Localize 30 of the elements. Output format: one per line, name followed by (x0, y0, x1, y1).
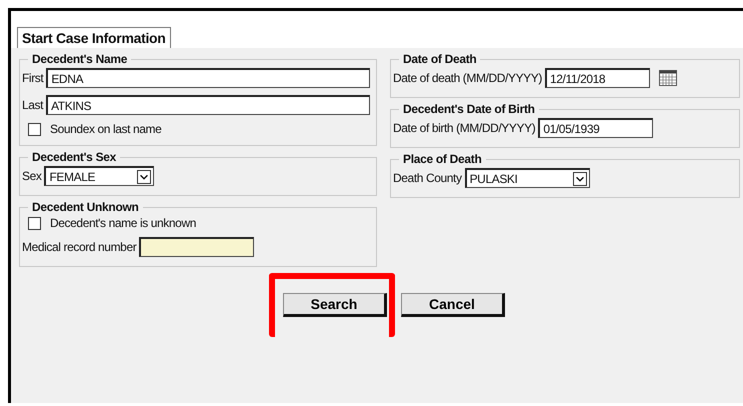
date-field[interactable]: 12/11/2018 (545, 68, 650, 88)
checkbox-label: Soundex on last name (50, 122, 162, 136)
text-field[interactable] (139, 237, 254, 257)
field-label: First (22, 71, 44, 85)
caret-icon (572, 172, 587, 186)
group-title: Place of Death (402, 152, 482, 166)
group-title: Decedent's Sex (31, 150, 118, 164)
field-label: Date of birth (MM/DD/YYYY) (393, 121, 536, 135)
tab[interactable]: Start Case Information (17, 27, 171, 48)
text-field[interactable]: EDNA (46, 68, 370, 88)
text-field[interactable]: 01/05/1939 (538, 118, 654, 138)
dropdown[interactable]: FEMALE (44, 166, 154, 186)
dropdown[interactable]: PULASKI (464, 168, 590, 188)
field-label: Last (22, 98, 44, 112)
group-title: Decedent's Date of Birth (402, 102, 536, 116)
search-button[interactable]: Search (283, 293, 387, 317)
cancel-button[interactable]: Cancel (401, 293, 505, 317)
group-title: Decedent's Name (31, 52, 128, 66)
checkbox[interactable] (28, 216, 41, 230)
field-label: Medical record number (22, 240, 136, 254)
calendar-icon[interactable] (659, 70, 677, 86)
checkbox-label: Decedent's name is unknown (50, 216, 196, 230)
caret-icon (137, 170, 152, 184)
group-title: Decedent Unknown (31, 200, 140, 214)
group-title: Date of Death (402, 52, 478, 66)
field-label: Sex (22, 169, 42, 183)
checkbox[interactable] (28, 122, 41, 136)
field-label: Date of death (MM/DD/YYYY) (393, 71, 542, 85)
field-label: Death County (393, 171, 462, 185)
text-field[interactable]: ATKINS (46, 95, 370, 115)
